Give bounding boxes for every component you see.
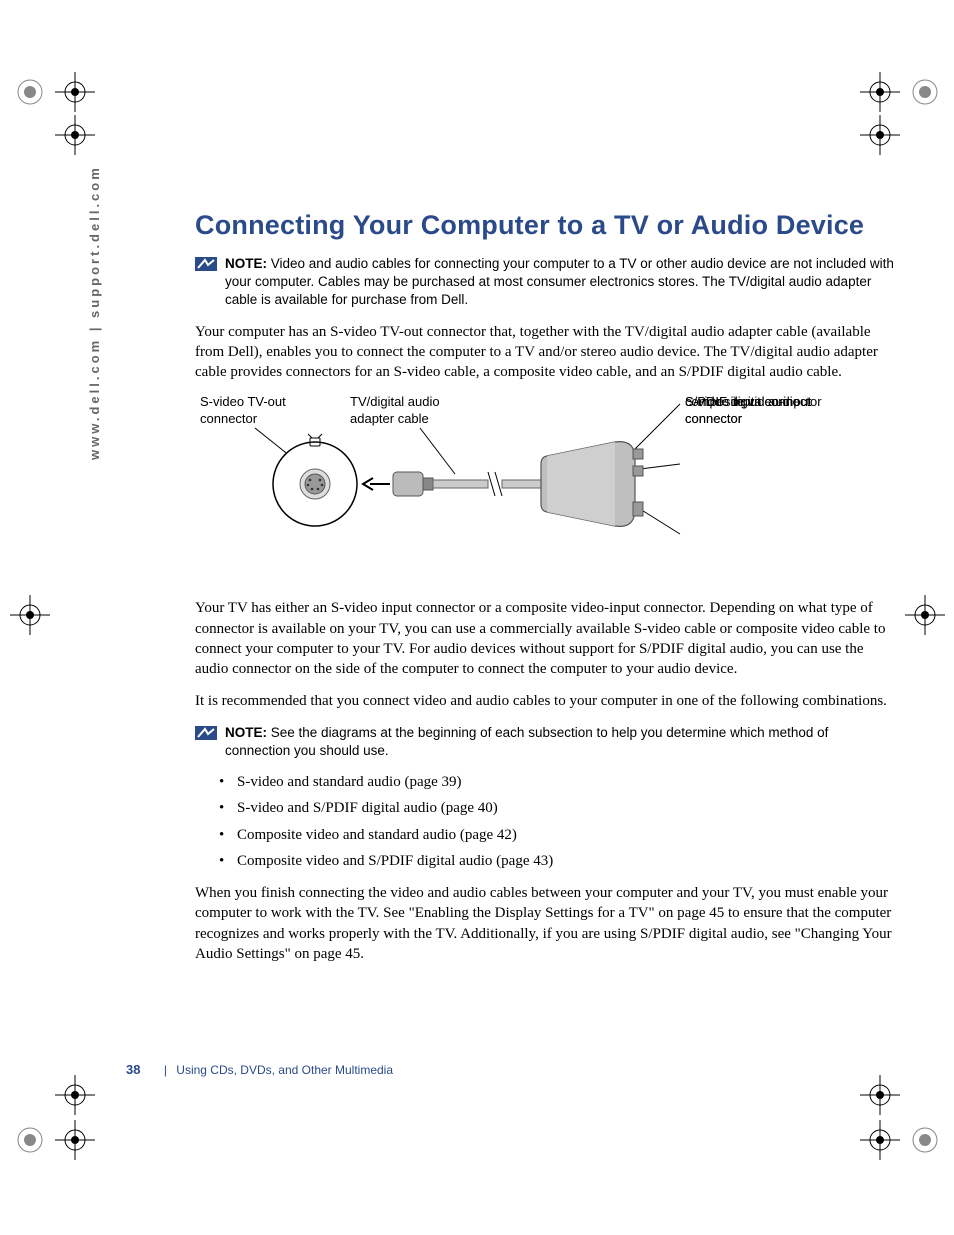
page-footer: 38 | Using CDs, DVDs, and Other Multimed… [126,1062,393,1077]
page-content: Connecting Your Computer to a TV or Audi… [195,210,895,976]
regmark-icon [55,115,95,155]
page-heading: Connecting Your Computer to a TV or Audi… [195,210,895,241]
regmark-icon [905,1120,945,1160]
regmark-icon [10,595,50,635]
page-number: 38 [126,1062,140,1077]
bullet-list: S-video and standard audio (page 39) S-v… [219,772,895,871]
note-icon [195,257,217,271]
list-item: S-video and S/PDIF digital audio (page 4… [219,798,895,818]
regmark-icon [860,1075,900,1115]
list-item: Composite video and S/PDIF digital audio… [219,851,895,871]
note-text: NOTE: See the diagrams at the beginning … [225,724,895,760]
adapter-diagram: S-video TV-out connector TV/digital audi… [195,394,895,584]
note-text: NOTE: Video and audio cables for connect… [225,255,895,310]
regmark-icon [55,72,95,112]
regmark-icon [860,115,900,155]
regmark-icon [55,1120,95,1160]
section-title: Using CDs, DVDs, and Other Multimedia [176,1063,393,1077]
note-block: NOTE: Video and audio cables for connect… [195,255,895,310]
regmark-icon [905,595,945,635]
body-paragraph: When you finish connecting the video and… [195,883,895,964]
regmark-icon [860,1120,900,1160]
regmark-icon [10,72,50,112]
note-block: NOTE: See the diagrams at the beginning … [195,724,895,760]
body-paragraph: Your computer has an S-video TV-out conn… [195,322,895,383]
regmark-icon [860,72,900,112]
regmark-icon [55,1075,95,1115]
regmark-icon [10,1120,50,1160]
body-paragraph: It is recommended that you connect video… [195,691,895,711]
sidebar-url: www.dell.com | support.dell.com [87,165,102,460]
regmark-icon [905,72,945,112]
note-icon [195,726,217,740]
list-item: S-video and standard audio (page 39) [219,772,895,792]
list-item: Composite video and standard audio (page… [219,825,895,845]
body-paragraph: Your TV has either an S-video input conn… [195,598,895,679]
